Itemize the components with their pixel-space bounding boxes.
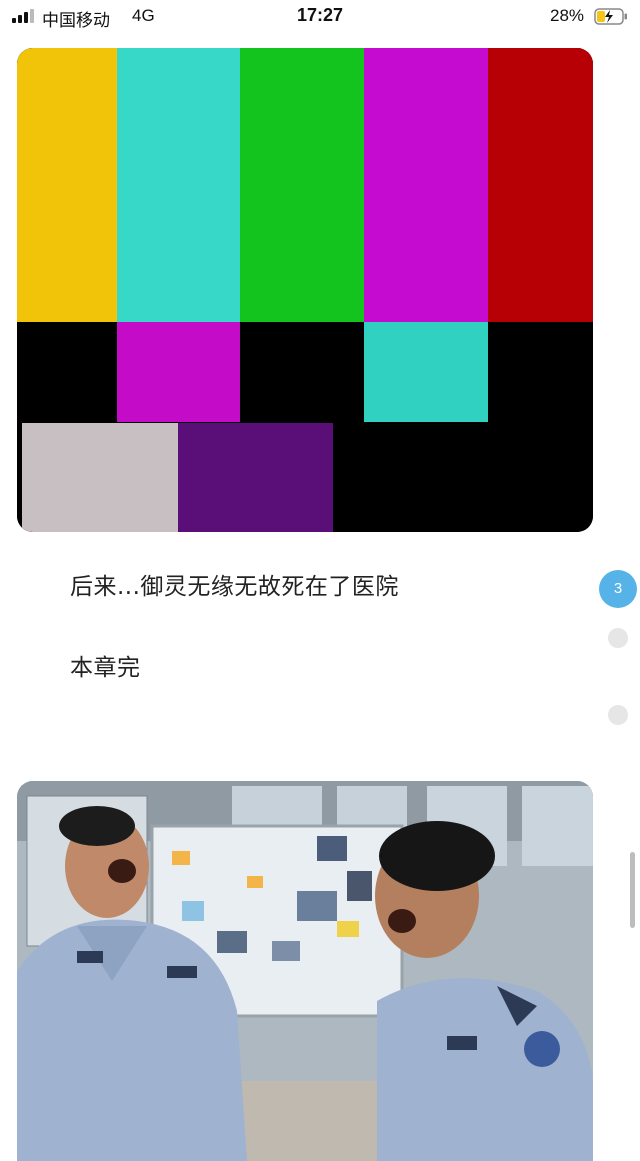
bar-cyan bbox=[117, 48, 240, 322]
police-laughing-photo[interactable] bbox=[17, 781, 593, 1161]
block-cyan bbox=[364, 322, 488, 422]
pager-dot[interactable] bbox=[608, 628, 628, 648]
article-paragraph: 后来...御灵无缘无故死在了医院 bbox=[70, 574, 399, 600]
status-bar: 中国移动 4G 17:27 28% bbox=[0, 0, 640, 34]
bar-green bbox=[240, 48, 364, 322]
battery-percent: 28% bbox=[550, 6, 585, 25]
block-magenta bbox=[117, 322, 240, 422]
battery-charging-icon bbox=[594, 8, 627, 25]
chapter-end-label: 本章完 bbox=[70, 655, 141, 681]
bar-red bbox=[488, 48, 593, 322]
block-purple bbox=[178, 423, 333, 532]
bar-yellow bbox=[17, 48, 117, 322]
color-bars-image[interactable] bbox=[17, 48, 593, 532]
clock: 17:27 bbox=[296, 5, 344, 25]
color-bars-graphic bbox=[17, 48, 593, 532]
scrollbar[interactable] bbox=[630, 852, 635, 928]
photo-graphic bbox=[17, 781, 593, 1161]
pager-current-page[interactable]: 3 bbox=[599, 570, 637, 608]
bar-magenta bbox=[364, 48, 488, 322]
pager-dot[interactable] bbox=[608, 705, 628, 725]
block-gray bbox=[22, 423, 178, 532]
